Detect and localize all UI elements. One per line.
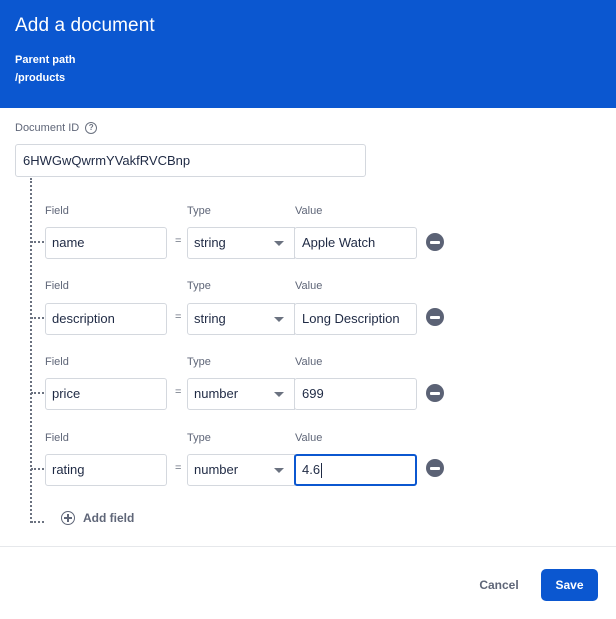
field-value-input[interactable]: Apple Watch: [294, 227, 417, 259]
equals-sign: =: [175, 235, 182, 247]
field-name-input[interactable]: name: [45, 227, 167, 259]
field-value-text: 4.6: [302, 462, 321, 477]
field-value-input[interactable]: 4.6: [294, 454, 417, 486]
field-type-select[interactable]: number: [187, 454, 295, 486]
field-name-input[interactable]: rating: [45, 454, 167, 486]
type-label: Type: [187, 205, 211, 217]
value-label: Value: [295, 356, 323, 368]
field-value-input[interactable]: 699: [294, 378, 417, 410]
field-label: Field: [45, 356, 69, 368]
tree-branch: [31, 241, 44, 243]
tree-branch: [31, 317, 44, 319]
field-type-select[interactable]: number: [187, 378, 295, 410]
equals-sign: =: [175, 462, 182, 474]
document-id-input[interactable]: 6HWGwQwrmYVakfRVCBnp: [15, 144, 366, 177]
field-label: Field: [45, 280, 69, 292]
field-type-value: number: [194, 462, 239, 477]
document-id-label: Document ID ?: [15, 122, 98, 134]
parent-path-label: Parent path: [15, 54, 76, 66]
field-value-input[interactable]: Long Description: [294, 303, 417, 335]
field-name-input[interactable]: price: [45, 378, 167, 410]
help-circle-icon[interactable]: ?: [85, 122, 98, 134]
dialog-title: Add a document: [15, 15, 155, 36]
save-button[interactable]: Save: [541, 569, 598, 601]
add-field-label: Add field: [83, 511, 135, 525]
add-field-button[interactable]: Add field: [61, 511, 134, 525]
field-type-select[interactable]: string: [187, 303, 295, 335]
dropdown-caret-icon: [274, 392, 284, 397]
tree-branch: [31, 521, 44, 523]
type-label: Type: [187, 280, 211, 292]
document-id-label-text: Document ID: [15, 122, 80, 134]
equals-sign: =: [175, 311, 182, 323]
field-label: Field: [45, 432, 69, 444]
equals-sign: =: [175, 386, 182, 398]
field-type-select[interactable]: string: [187, 227, 295, 259]
type-label: Type: [187, 432, 211, 444]
cancel-button[interactable]: Cancel: [468, 570, 530, 600]
value-label: Value: [295, 432, 323, 444]
dropdown-caret-icon: [274, 241, 284, 246]
dropdown-caret-icon: [274, 468, 284, 473]
tree-connector-line: [30, 178, 32, 523]
field-label: Field: [45, 205, 69, 217]
value-label: Value: [295, 280, 323, 292]
tree-branch: [31, 392, 44, 394]
field-type-value: string: [194, 311, 226, 326]
field-type-value: string: [194, 235, 226, 250]
dropdown-caret-icon: [274, 317, 284, 322]
dialog-header: Add a document Parent path /products: [0, 0, 616, 108]
footer-divider: [0, 546, 616, 547]
text-cursor: [321, 463, 323, 479]
field-type-value: number: [194, 386, 239, 401]
parent-path-value: /products: [15, 72, 66, 84]
field-name-input[interactable]: description: [45, 303, 167, 335]
value-label: Value: [295, 205, 323, 217]
remove-field-icon[interactable]: [426, 384, 444, 402]
remove-field-icon[interactable]: [426, 233, 444, 251]
type-label: Type: [187, 356, 211, 368]
remove-field-icon[interactable]: [426, 308, 444, 326]
plus-circle-icon: [61, 511, 75, 525]
tree-branch: [31, 468, 44, 470]
remove-field-icon[interactable]: [426, 459, 444, 477]
